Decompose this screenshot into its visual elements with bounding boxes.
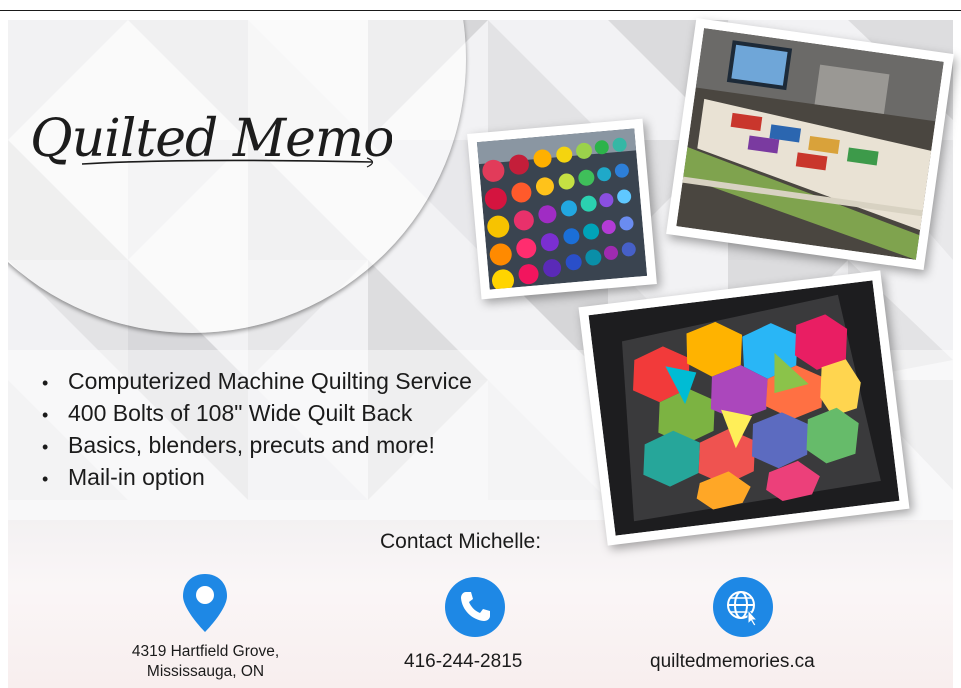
address-text: 4319 Hartfield Grove, Mississauga, ON xyxy=(118,642,293,682)
address-line: Mississauga, ON xyxy=(146,663,265,680)
phone-number[interactable]: 416-244-2815 xyxy=(404,651,522,673)
list-item: • 400 Bolts of 108" Wide Quilt Back xyxy=(42,398,472,430)
service-text: 400 Bolts of 108" Wide Quilt Back xyxy=(68,400,413,426)
location-pin-icon xyxy=(183,574,227,632)
contact-title: Contact Michelle: xyxy=(380,530,542,553)
thread-spools-photo xyxy=(467,118,657,300)
top-divider xyxy=(0,10,961,11)
list-item: • Mail-in option xyxy=(42,462,472,494)
bullet-icon: • xyxy=(42,437,49,457)
quilted-memories-logo: Quilted Memories xyxy=(30,109,392,169)
address-line: 4319 Hartfield Grove, xyxy=(131,643,280,660)
service-text: Computerized Machine Quilting Service xyxy=(68,368,472,394)
list-item: • Basics, blenders, precuts and more! xyxy=(42,430,472,462)
website-link[interactable]: quiltedmemories.ca xyxy=(650,651,815,673)
phone-icon xyxy=(445,577,505,637)
globe-icon xyxy=(713,577,773,637)
service-text: Basics, blenders, precuts and more! xyxy=(68,432,435,458)
hexagon-quilt-photo xyxy=(578,270,910,546)
bullet-icon: • xyxy=(42,373,49,393)
services-list: • Computerized Machine Quilting Service •… xyxy=(42,366,472,494)
list-item: • Computerized Machine Quilting Service xyxy=(42,366,472,398)
bullet-icon: • xyxy=(42,405,49,425)
service-text: Mail-in option xyxy=(68,464,205,490)
bullet-icon: • xyxy=(42,469,49,489)
quilting-machine-photo xyxy=(666,17,954,271)
